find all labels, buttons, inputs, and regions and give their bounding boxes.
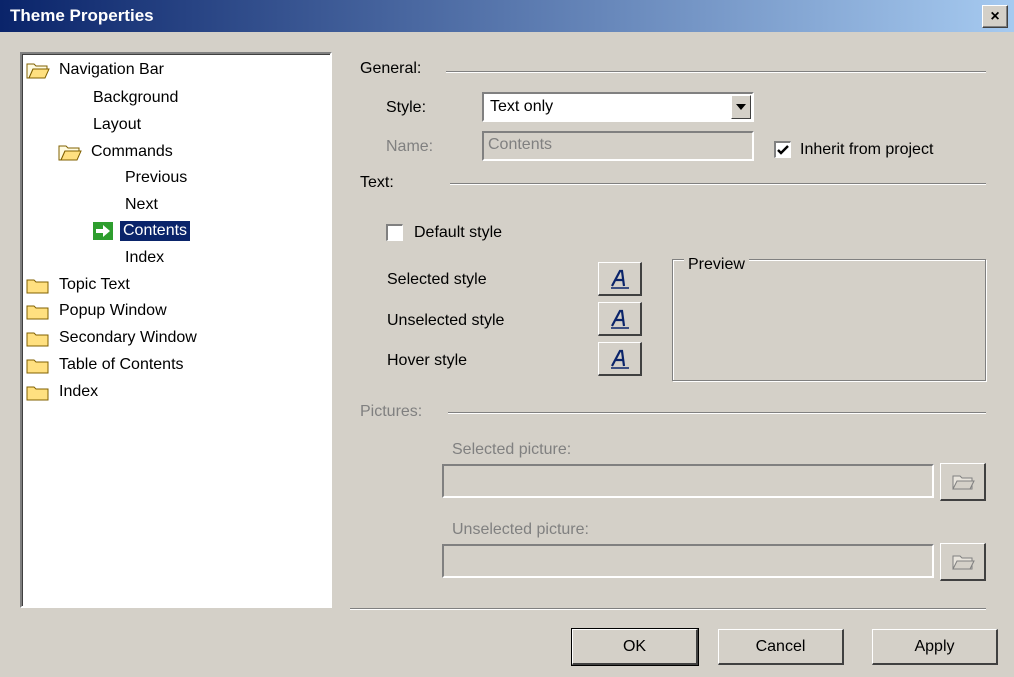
tree-item-label: Table of Contents xyxy=(59,356,184,373)
default-style-label: Default style xyxy=(414,224,503,241)
tree-item-label: Secondary Window xyxy=(59,329,197,346)
preview-box xyxy=(672,259,986,381)
selected-style-font-button[interactable] xyxy=(598,262,642,296)
tree-item-commands[interactable]: Commands xyxy=(58,140,176,164)
name-label: Name: xyxy=(386,138,434,155)
tree-item-label: Index xyxy=(125,249,165,266)
unselected-picture-browse-button[interactable] xyxy=(940,543,986,581)
unselected-style-font-button[interactable] xyxy=(598,302,642,336)
tree-item-table-of-contents[interactable]: Table of Contents xyxy=(26,353,187,377)
tree-item-secondary-window[interactable]: Secondary Window xyxy=(26,326,200,350)
tree-item-previous[interactable]: Previous xyxy=(122,166,190,190)
name-field: Contents xyxy=(482,131,754,161)
pictures-separator xyxy=(448,412,986,414)
unselected-picture-field xyxy=(442,544,934,578)
tree-item-label: Layout xyxy=(93,116,142,133)
preview-label: Preview xyxy=(684,257,749,273)
title-bar: Theme Properties × xyxy=(0,0,1014,32)
font-style-icon xyxy=(610,309,629,329)
tree-item-label: Navigation Bar xyxy=(59,61,164,78)
tree-item-label: Background xyxy=(93,89,179,106)
inherit-label: Inherit from project xyxy=(800,141,934,158)
bottom-separator xyxy=(350,608,986,610)
check-icon xyxy=(777,144,789,155)
tree-item-contents[interactable]: Contents xyxy=(92,219,191,243)
tree-item-label: Popup Window xyxy=(59,302,167,319)
general-separator xyxy=(446,71,986,73)
close-button[interactable]: × xyxy=(982,5,1008,28)
folder-icon xyxy=(26,332,49,347)
default-style-checkbox[interactable] xyxy=(386,224,403,241)
tree-item-layout[interactable]: Layout xyxy=(90,113,144,137)
tree-item-label: Topic Text xyxy=(59,276,130,293)
folder-icon xyxy=(26,386,49,401)
tree-item-next[interactable]: Next xyxy=(122,193,161,217)
tree-item-label: Index xyxy=(59,383,99,400)
tree-item-navigation-bar[interactable]: Navigation Bar xyxy=(26,58,167,82)
open-folder-icon xyxy=(58,145,82,161)
open-folder-icon xyxy=(951,555,975,569)
unselected-style-label: Unselected style xyxy=(387,312,505,329)
inherit-checkbox[interactable] xyxy=(774,141,791,158)
tree-item-popup-window[interactable]: Popup Window xyxy=(26,299,170,323)
selected-picture-label: Selected picture: xyxy=(452,441,572,458)
folder-icon xyxy=(26,279,49,294)
open-folder-icon xyxy=(26,63,50,79)
tree-item-topic-text[interactable]: Topic Text xyxy=(26,273,133,297)
chevron-down-icon[interactable] xyxy=(731,95,751,119)
tree-item-label: Previous xyxy=(125,169,188,186)
tree-item-label: Contents xyxy=(120,221,191,241)
general-heading: General: xyxy=(360,60,422,77)
cancel-button[interactable]: Cancel xyxy=(718,629,844,665)
style-label: Style: xyxy=(386,99,427,116)
folder-icon xyxy=(26,305,49,320)
hover-style-label: Hover style xyxy=(387,352,468,369)
tree-item-label: Commands xyxy=(91,143,173,160)
arrow-right-icon xyxy=(93,222,113,240)
selected-picture-field xyxy=(442,464,934,498)
style-select-value: Text only xyxy=(490,98,554,115)
open-folder-icon xyxy=(951,475,975,489)
font-style-icon xyxy=(610,269,629,289)
tree-item-index-root[interactable]: Index xyxy=(26,380,101,404)
window-title: Theme Properties xyxy=(10,6,154,25)
style-select[interactable]: Text only xyxy=(482,92,754,122)
text-separator xyxy=(450,183,986,185)
pictures-heading: Pictures: xyxy=(360,403,423,420)
text-heading: Text: xyxy=(360,174,394,191)
tree-item-background[interactable]: Background xyxy=(90,86,181,110)
apply-button[interactable]: Apply xyxy=(872,629,998,665)
name-field-value: Contents xyxy=(488,136,553,153)
close-icon: × xyxy=(990,7,1000,25)
hover-style-font-button[interactable] xyxy=(598,342,642,376)
selected-style-label: Selected style xyxy=(387,271,487,288)
unselected-picture-label: Unselected picture: xyxy=(452,521,589,538)
ok-button[interactable]: OK xyxy=(571,628,699,666)
tree-item-index[interactable]: Index xyxy=(122,246,167,270)
folder-icon xyxy=(26,359,49,374)
tree-item-label: Next xyxy=(125,196,158,213)
selected-picture-browse-button[interactable] xyxy=(940,463,986,501)
font-style-icon xyxy=(610,349,629,369)
